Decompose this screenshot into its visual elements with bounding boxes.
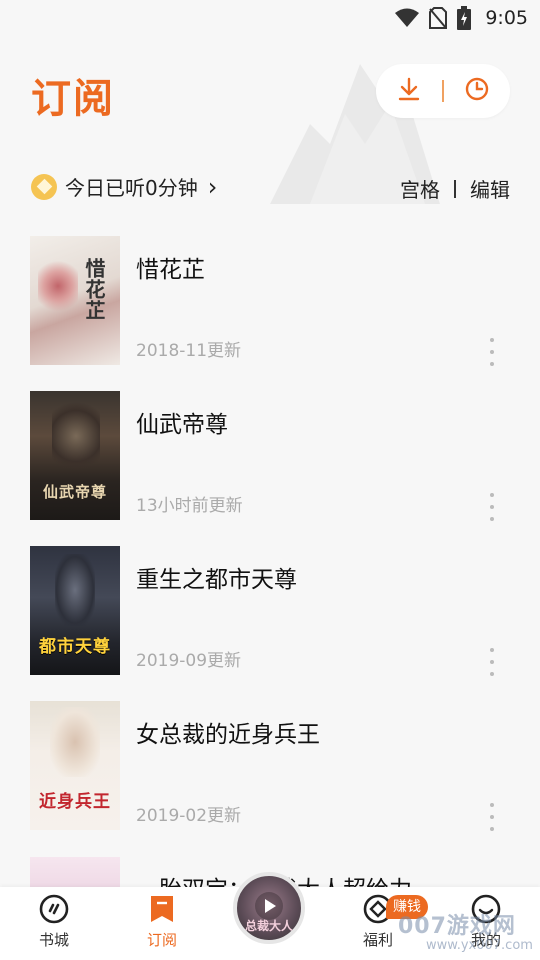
nav-subscription[interactable]: 订阅 xyxy=(122,887,202,960)
edit-button[interactable]: 编辑 xyxy=(470,174,510,203)
book-cover-partial[interactable] xyxy=(30,857,120,889)
page-title: 订阅 xyxy=(31,76,115,122)
history-clock-icon[interactable] xyxy=(464,76,490,106)
more-options-icon[interactable] xyxy=(486,648,498,676)
listen-time-text: 今日已听0分钟 xyxy=(65,176,198,200)
book-item[interactable]: 仙武帝尊 仙武帝尊 13小时前更新 xyxy=(0,391,540,546)
book-cover[interactable]: 近身兵王 xyxy=(30,701,120,830)
book-cover-title: 仙武帝尊 xyxy=(42,483,107,501)
book-update-time: 2018-11更新 xyxy=(136,341,242,361)
download-icon[interactable] xyxy=(396,76,422,106)
nav-bookstore[interactable]: 书城 xyxy=(14,887,94,960)
bookmark-icon xyxy=(147,894,177,924)
book-update-time: 2019-02更新 xyxy=(136,806,242,826)
nav-label: 福利 xyxy=(362,931,393,949)
listen-time-link[interactable]: 今日已听0分钟 › xyxy=(31,172,217,201)
book-cover[interactable]: 惜花芷 xyxy=(30,236,120,365)
book-item[interactable]: 惜花芷 惜花芷 2018-11更新 xyxy=(0,236,540,391)
nav-label: 订阅 xyxy=(146,931,177,949)
book-cover-title: 都市天尊 xyxy=(39,637,111,657)
action-divider xyxy=(442,80,444,102)
site-watermark: 007游戏网 xyxy=(398,914,516,939)
book-cover-title: 惜花芷 xyxy=(82,258,106,321)
book-cover-title: 近身兵王 xyxy=(39,792,111,812)
book-title: 重生之都市天尊 xyxy=(136,567,297,593)
view-options: 宫格 编辑 xyxy=(400,174,510,203)
bookstore-icon xyxy=(39,894,69,924)
battery-charging-icon xyxy=(457,6,472,30)
coin-icon xyxy=(31,173,57,200)
book-update-time: 2019-09更新 xyxy=(136,651,242,671)
status-time: 9:05 xyxy=(485,7,528,29)
more-options-icon[interactable] xyxy=(486,803,498,831)
subscribed-book-list: 惜花芷 惜花芷 2018-11更新 仙武帝尊 仙武帝尊 13小时前更新 都市天尊… xyxy=(0,236,540,856)
subscription-screen: 9:05 订阅 今日已听0分钟 › 宫格 编辑 惜花芷 惜花芷 2018-11更… xyxy=(0,0,540,960)
book-cover[interactable]: 都市天尊 xyxy=(30,546,120,675)
view-options-divider xyxy=(454,179,456,198)
wifi-icon xyxy=(395,8,420,28)
no-sim-icon xyxy=(429,7,448,29)
chevron-right-icon: › xyxy=(207,172,218,201)
book-title: 女总裁的近身兵王 xyxy=(136,722,320,748)
site-watermark-url: www.yx007.com xyxy=(426,938,533,953)
grid-view-button[interactable]: 宫格 xyxy=(400,174,440,203)
status-bar: 9:05 xyxy=(0,0,540,36)
more-options-icon[interactable] xyxy=(486,338,498,366)
book-title: 惜花芷 xyxy=(136,257,205,283)
top-action-pill xyxy=(376,64,510,118)
audio-player-button[interactable]: 总裁大人 xyxy=(233,872,305,944)
book-item[interactable]: 都市天尊 重生之都市天尊 2019-09更新 xyxy=(0,546,540,701)
book-title: 仙武帝尊 xyxy=(136,412,228,438)
book-cover[interactable]: 仙武帝尊 xyxy=(30,391,120,520)
more-options-icon[interactable] xyxy=(486,493,498,521)
nav-label: 书城 xyxy=(38,931,69,949)
player-disc-title: 总裁大人 xyxy=(244,919,293,933)
book-item[interactable]: 近身兵王 女总裁的近身兵王 2019-02更新 xyxy=(0,701,540,856)
book-update-time: 13小时前更新 xyxy=(136,496,243,516)
